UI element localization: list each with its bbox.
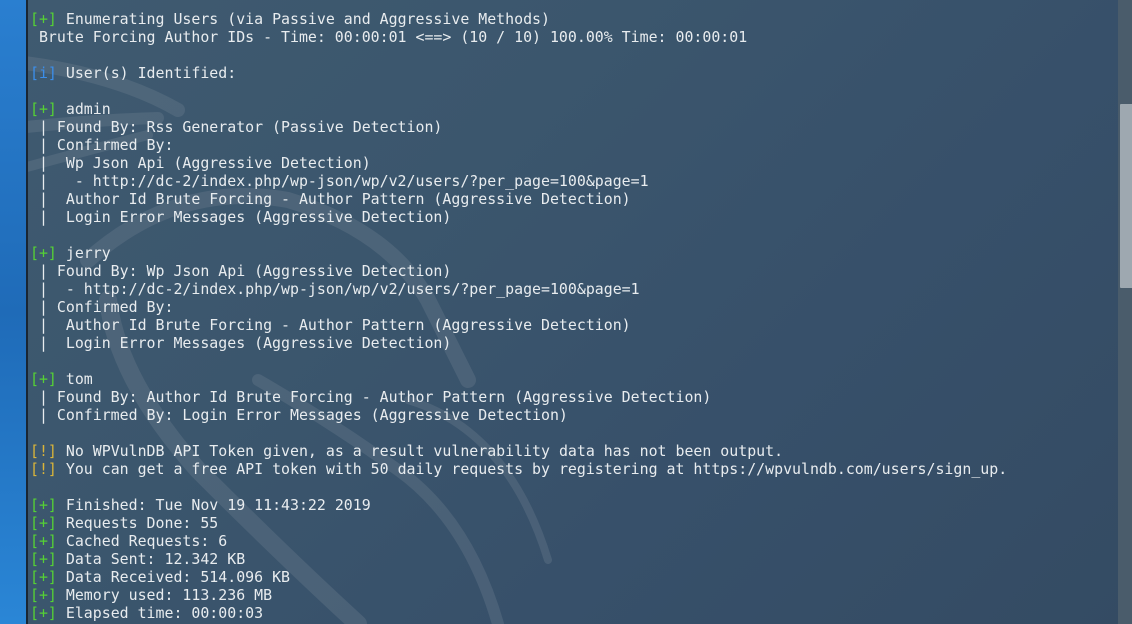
- terminal-line: [i] User(s) Identified:: [30, 64, 236, 82]
- terminal-line: [+] tom: [30, 370, 93, 388]
- status-tag-plus: [+]: [30, 370, 57, 388]
- terminal-line: [+] jerry: [30, 244, 111, 262]
- terminal-window[interactable]: [+] Enumerating Users (via Passive and A…: [26, 0, 1132, 624]
- line-text: | - http://dc-2/index.php/wp-json/wp/v2/…: [30, 172, 649, 190]
- terminal-scrollbar[interactable]: [1118, 0, 1132, 624]
- line-text: admin: [56, 100, 111, 118]
- status-tag-plus: [+]: [30, 532, 57, 550]
- line-text: | Confirmed By:: [30, 136, 174, 154]
- status-tag-warn: [!]: [30, 460, 57, 478]
- status-tag-plus: [+]: [30, 244, 57, 262]
- terminal-line: | Found By: Wp Json Api (Aggressive Dete…: [30, 262, 451, 280]
- status-tag-plus: [+]: [30, 514, 57, 532]
- line-text: | Confirmed By:: [30, 298, 174, 316]
- terminal-line: [+] Memory used: 113.236 MB: [30, 586, 272, 604]
- status-tag-plus: [+]: [30, 550, 57, 568]
- terminal-line: | Login Error Messages (Aggressive Detec…: [30, 334, 451, 352]
- line-text: Brute Forcing Author IDs - Time: 00:00:0…: [30, 28, 748, 46]
- terminal-output: [+] Enumerating Users (via Passive and A…: [28, 0, 1114, 624]
- line-text: User(s) Identified:: [56, 64, 237, 82]
- terminal-line: [+] admin: [30, 100, 111, 118]
- status-tag-plus: [+]: [30, 604, 57, 622]
- terminal-line: [!] No WPVulnDB API Token given, as a re…: [30, 442, 783, 460]
- line-text: jerry: [56, 244, 111, 262]
- terminal-line: Brute Forcing Author IDs - Time: 00:00:0…: [30, 28, 747, 46]
- line-text: Memory used: 113.236 MB: [56, 586, 273, 604]
- terminal-line: [+] Elapsed time: 00:00:03: [30, 604, 263, 622]
- terminal-line: | Confirmed By:: [30, 298, 174, 316]
- terminal-line: | Found By: Rss Generator (Passive Detec…: [30, 118, 442, 136]
- line-text: No WPVulnDB API Token given, as a result…: [56, 442, 784, 460]
- line-text: | Login Error Messages (Aggressive Detec…: [30, 334, 452, 352]
- line-text: | Wp Json Api (Aggressive Detection): [30, 154, 371, 172]
- line-text: | Found By: Author Id Brute Forcing - Au…: [30, 388, 712, 406]
- terminal-line: | - http://dc-2/index.php/wp-json/wp/v2/…: [30, 280, 640, 298]
- status-tag-warn: [!]: [30, 442, 57, 460]
- line-text: | Author Id Brute Forcing - Author Patte…: [30, 316, 631, 334]
- terminal-line: | - http://dc-2/index.php/wp-json/wp/v2/…: [30, 172, 649, 190]
- line-text: | Login Error Messages (Aggressive Detec…: [30, 208, 452, 226]
- line-text: | Found By: Rss Generator (Passive Detec…: [30, 118, 443, 136]
- terminal-line: [+] Finished: Tue Nov 19 11:43:22 2019: [30, 496, 371, 514]
- terminal-line: [+] Data Sent: 12.342 KB: [30, 550, 245, 568]
- line-text: Enumerating Users (via Passive and Aggre…: [56, 10, 550, 28]
- terminal-line: | Author Id Brute Forcing - Author Patte…: [30, 190, 631, 208]
- terminal-line: | Confirmed By:: [30, 136, 174, 154]
- status-tag-info: [i]: [30, 64, 57, 82]
- desktop-background: [0, 0, 28, 624]
- status-tag-plus: [+]: [30, 586, 57, 604]
- terminal-line: [+] Requests Done: 55: [30, 514, 218, 532]
- terminal-line: [+] Cached Requests: 6: [30, 532, 227, 550]
- terminal-line: [+] Enumerating Users (via Passive and A…: [30, 10, 550, 28]
- line-text: Elapsed time: 00:00:03: [56, 604, 264, 622]
- terminal-line: | Author Id Brute Forcing - Author Patte…: [30, 316, 631, 334]
- terminal-line: | Confirmed By: Login Error Messages (Ag…: [30, 406, 568, 424]
- line-text: | Author Id Brute Forcing - Author Patte…: [30, 190, 631, 208]
- status-tag-plus: [+]: [30, 496, 57, 514]
- terminal-line: | Wp Json Api (Aggressive Detection): [30, 154, 371, 172]
- terminal-line: | Login Error Messages (Aggressive Detec…: [30, 208, 451, 226]
- terminal-line: | Found By: Author Id Brute Forcing - Au…: [30, 388, 711, 406]
- terminal-line: [!] You can get a free API token with 50…: [30, 460, 1007, 478]
- line-text: Cached Requests: 6: [56, 532, 228, 550]
- line-text: Finished: Tue Nov 19 11:43:22 2019: [56, 496, 371, 514]
- line-text: You can get a free API token with 50 dai…: [56, 460, 1008, 478]
- line-text: | Confirmed By: Login Error Messages (Ag…: [30, 406, 568, 424]
- line-text: tom: [56, 370, 93, 388]
- terminal-line: [+] Data Received: 514.096 KB: [30, 568, 290, 586]
- status-tag-plus: [+]: [30, 100, 57, 118]
- scrollbar-thumb[interactable]: [1120, 104, 1132, 288]
- status-tag-plus: [+]: [30, 10, 57, 28]
- line-text: Data Received: 514.096 KB: [56, 568, 290, 586]
- status-tag-plus: [+]: [30, 568, 57, 586]
- line-text: Requests Done: 55: [56, 514, 219, 532]
- line-text: | Found By: Wp Json Api (Aggressive Dete…: [30, 262, 452, 280]
- line-text: Data Sent: 12.342 KB: [56, 550, 246, 568]
- line-text: | - http://dc-2/index.php/wp-json/wp/v2/…: [30, 280, 640, 298]
